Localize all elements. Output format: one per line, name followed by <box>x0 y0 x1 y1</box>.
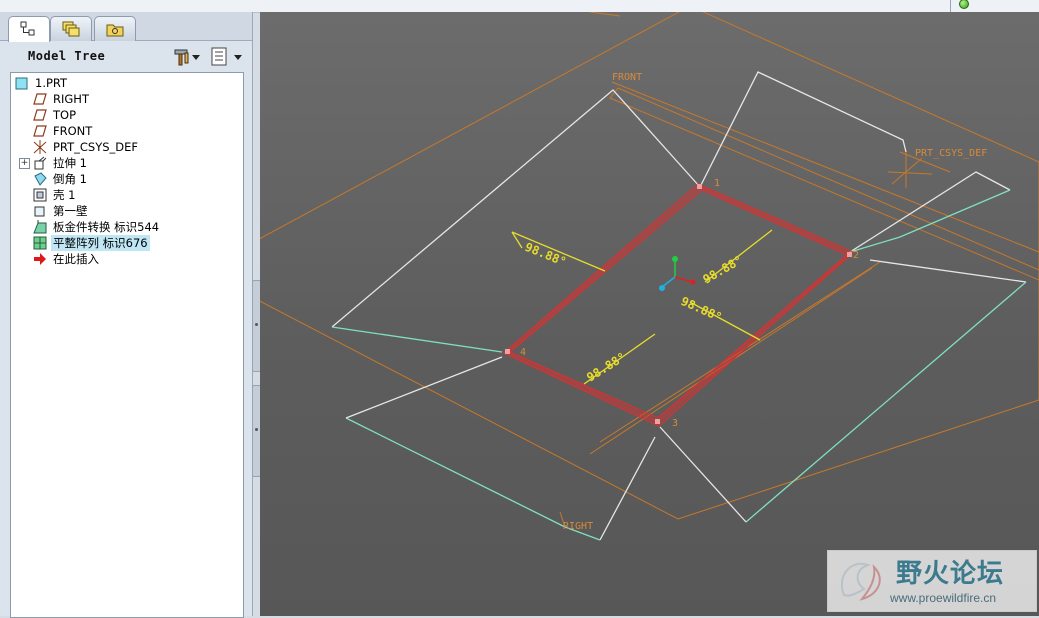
model-tree-title: Model Tree <box>28 49 106 63</box>
chevron-down-icon <box>192 55 200 60</box>
tree-item[interactable]: 壳 1 <box>33 187 77 203</box>
tree-item[interactable]: 1.PRT <box>15 75 69 91</box>
corner-label-1: 1 <box>714 178 720 189</box>
tab-folder-browser[interactable] <box>94 16 136 41</box>
wall-icon <box>33 204 47 218</box>
corner-label-3: 3 <box>672 418 678 429</box>
tree-item[interactable]: 在此插入 <box>33 251 101 267</box>
corner-markers <box>505 184 852 424</box>
tree-item-label: RIGHT <box>53 92 89 106</box>
datum-plane-icon <box>33 108 47 122</box>
model-tree-header: Model Tree <box>4 44 248 70</box>
sheetmetal-flat-pattern-model: 1 2 3 4 FRONT RIGHT PRT_CSYS_DEF 98.88° … <box>260 12 1039 541</box>
tree-item-label: FRONT <box>53 124 93 138</box>
corner-label-4: 4 <box>520 347 526 358</box>
datum-label-front: FRONT <box>612 72 642 83</box>
extrude-icon <box>33 156 47 170</box>
forum-watermark: 野火论坛 www.proewildfire.cn <box>827 550 1037 612</box>
tree-item-label: 第一壁 <box>53 204 88 218</box>
tree-item[interactable]: 第一壁 <box>33 203 90 219</box>
tree-item[interactable]: PRT_CSYS_DEF <box>33 139 140 155</box>
center-triad-icon <box>659 256 696 291</box>
watermark-title: 野火论坛 <box>896 559 1005 589</box>
tree-settings-icon <box>211 47 227 66</box>
tree-item-label: 在此插入 <box>53 252 99 266</box>
watermark-url: www.proewildfire.cn <box>890 591 997 605</box>
navigator-panel: Model Tree 1.PRT RIGHT TOP FRONT PRT_CSYS_DE… <box>0 12 253 618</box>
tree-item[interactable]: 板金件转换 标识544 <box>33 219 161 235</box>
dimension-label: 98.88° <box>679 294 724 324</box>
model-tree-list: 1.PRT RIGHT TOP FRONT PRT_CSYS_DEF + 拉伸 1 倒角 1 壳… <box>10 72 244 618</box>
datum-label-right: RIGHT <box>563 521 593 532</box>
model-tree-icon <box>20 21 35 36</box>
tree-settings-button[interactable] <box>210 47 242 67</box>
datum-plane-icon <box>33 124 47 138</box>
tree-item[interactable]: + 拉伸 1 <box>19 155 89 171</box>
datum-label-csys: PRT_CSYS_DEF <box>915 148 987 159</box>
part-icon <box>15 76 29 90</box>
wildfire-logo-icon <box>841 562 881 601</box>
datum-planes <box>260 12 1039 528</box>
toolbar-separator <box>950 0 951 12</box>
tree-item[interactable]: TOP <box>33 107 78 123</box>
dimension-label: 98.88° <box>584 350 628 385</box>
tab-model-tree[interactable] <box>8 16 50 42</box>
regeneration-status-icon[interactable] <box>959 0 969 9</box>
tree-tools-button[interactable] <box>172 47 200 67</box>
tree-item-label: PRT_CSYS_DEF <box>53 140 139 154</box>
conversion-icon <box>33 220 47 234</box>
layers-icon <box>62 21 80 37</box>
tree-item-label: 板金件转换 标识544 <box>53 220 160 234</box>
chevron-down-icon <box>234 55 242 60</box>
tree-item-label: 平整阵列 标识676 <box>51 235 150 251</box>
shell-icon <box>33 188 47 202</box>
tree-item-label: 倒角 1 <box>53 172 87 186</box>
navigator-tab-row <box>0 12 252 42</box>
dimension-label: 98.88° <box>701 253 746 287</box>
tree-item-label: 拉伸 1 <box>53 156 87 170</box>
tree-item-label: 壳 1 <box>53 188 76 202</box>
datum-plane-icon <box>33 92 47 106</box>
tab-layers[interactable] <box>50 16 92 41</box>
expand-icon[interactable]: + <box>19 158 30 169</box>
insert-here-arrow-icon <box>33 252 47 266</box>
hammer-icon <box>174 49 189 66</box>
tree-item[interactable]: 倒角 1 <box>33 171 89 187</box>
tree-item-label: TOP <box>53 108 77 122</box>
tree-item[interactable]: 平整阵列 标识676 <box>33 235 150 251</box>
flat-pattern-icon <box>33 236 47 250</box>
csys-icon <box>33 140 47 154</box>
tree-item-label: 1.PRT <box>35 76 68 90</box>
tree-item[interactable]: FRONT <box>33 123 94 139</box>
chamfer-icon <box>33 172 47 186</box>
dimension-label: 98.88° <box>523 240 568 269</box>
graphics-viewport[interactable]: 1 2 3 4 FRONT RIGHT PRT_CSYS_DEF 98.88° … <box>260 12 1039 616</box>
tree-item[interactable]: RIGHT <box>33 91 91 107</box>
folder-icon <box>106 24 124 37</box>
corner-label-2: 2 <box>853 250 859 261</box>
